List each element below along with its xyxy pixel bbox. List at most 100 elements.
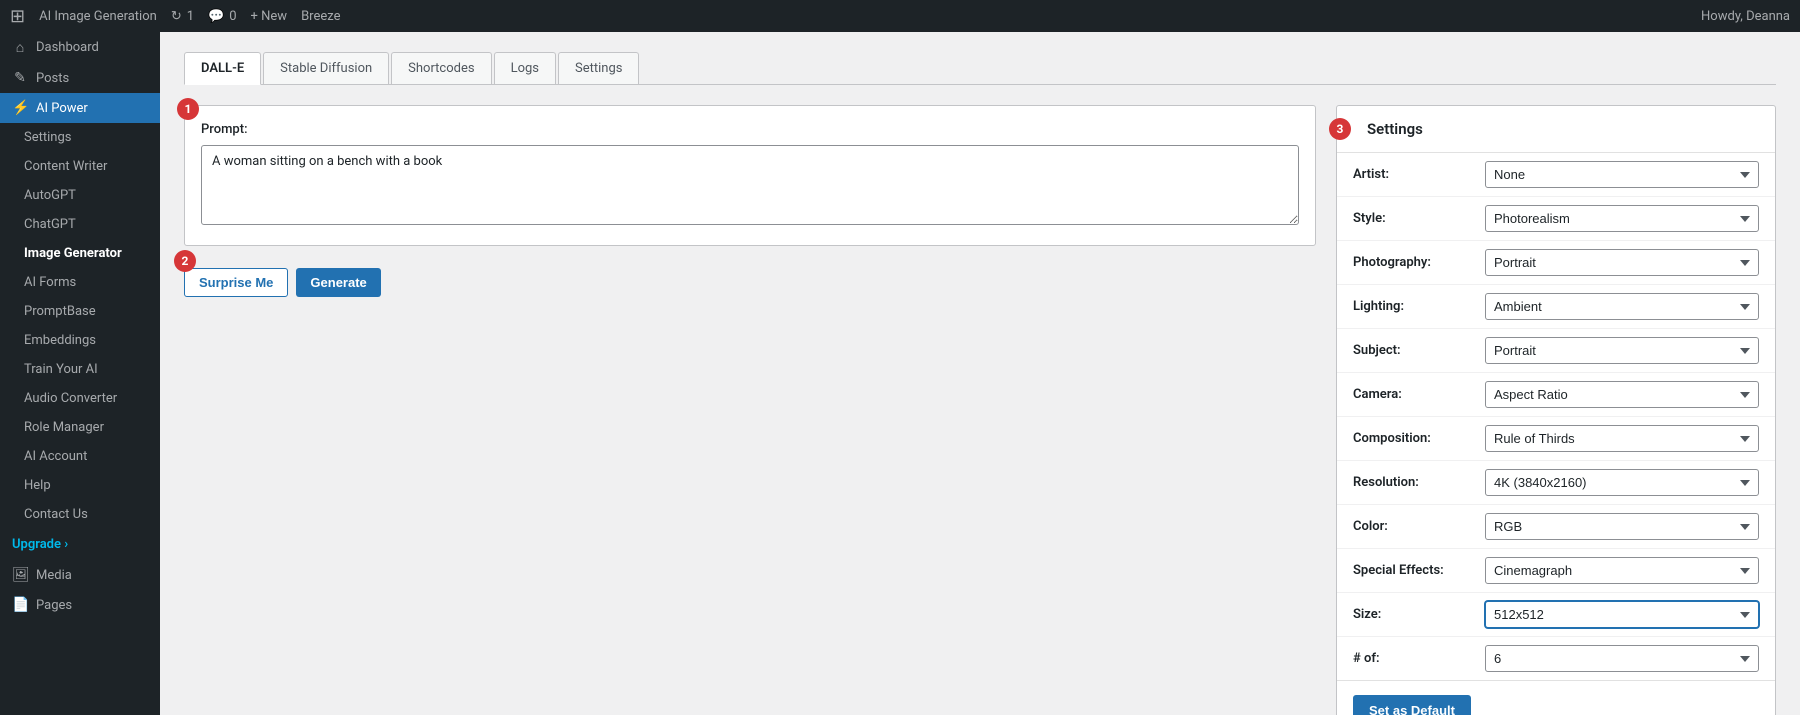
comments-icon: 💬 <box>208 9 224 24</box>
artist-label: Artist: <box>1353 167 1473 182</box>
tab-dalle[interactable]: DALL-E <box>184 52 261 85</box>
site-name[interactable]: AI Image Generation <box>39 9 157 24</box>
sidebar-item-pages[interactable]: 📄 Pages <box>0 590 160 620</box>
settings-row-style: Style: Photorealism <box>1337 197 1775 241</box>
surprise-me-button[interactable]: Surprise Me <box>184 268 288 297</box>
sidebar-item-contact-us[interactable]: Contact Us <box>0 500 160 529</box>
lighting-select[interactable]: Ambient <box>1485 293 1759 320</box>
sidebar-item-audio-converter[interactable]: Audio Converter <box>0 384 160 413</box>
photography-label: Photography: <box>1353 255 1473 270</box>
sidebar-item-image-generator[interactable]: Image Generator <box>0 239 160 268</box>
settings-footer: Set as Default <box>1337 680 1775 715</box>
sidebar-label-ai-account: AI Account <box>24 449 87 464</box>
size-select[interactable]: 512x512 <box>1485 601 1759 628</box>
sidebar-item-autogpt[interactable]: AutoGPT <box>0 181 160 210</box>
resolution-select[interactable]: 4K (3840x2160) <box>1485 469 1759 496</box>
settings-title: Settings <box>1367 120 1423 138</box>
sidebar-item-chatgpt[interactable]: ChatGPT <box>0 210 160 239</box>
settings-row-color: Color: RGB <box>1337 505 1775 549</box>
set-as-default-button[interactable]: Set as Default <box>1353 695 1471 715</box>
camera-select[interactable]: Aspect Ratio <box>1485 381 1759 408</box>
composition-label: Composition: <box>1353 431 1473 446</box>
sidebar-item-settings[interactable]: Settings <box>0 123 160 152</box>
sidebar-item-posts[interactable]: ✎ Posts <box>0 63 160 93</box>
action-buttons-container: 2 Surprise Me Generate <box>184 258 381 297</box>
updates-icon: ↻ <box>171 9 182 24</box>
main-layout: ⌂ Dashboard ✎ Posts ⚡ AI Power Settings … <box>0 32 1800 715</box>
sidebar-item-dashboard[interactable]: ⌂ Dashboard <box>0 32 160 63</box>
tab-settings[interactable]: Settings <box>558 52 639 84</box>
settings-header: 3 Settings <box>1337 106 1775 153</box>
wordpress-logo-icon[interactable]: ⊞ <box>10 6 25 27</box>
dashboard-icon: ⌂ <box>12 39 28 56</box>
composition-select[interactable]: Rule of Thirds <box>1485 425 1759 452</box>
media-icon: 🖼 <box>12 567 28 583</box>
prompt-textarea[interactable]: A woman sitting on a bench with a book <box>201 145 1299 225</box>
sidebar-label-help: Help <box>24 478 51 493</box>
updates-count: 1 <box>187 9 194 24</box>
sidebar-label-promptbase: PromptBase <box>24 304 96 319</box>
sidebar-label-image-generator: Image Generator <box>24 246 122 261</box>
sidebar-item-role-manager[interactable]: Role Manager <box>0 413 160 442</box>
camera-label: Camera: <box>1353 387 1473 402</box>
step1-badge: 1 <box>177 98 199 120</box>
ai-power-icon: ⚡ <box>12 100 28 116</box>
comments-count: 0 <box>229 9 236 24</box>
tab-stable-diffusion[interactable]: Stable Diffusion <box>263 52 389 84</box>
sidebar-label-dashboard: Dashboard <box>36 40 99 55</box>
photography-select[interactable]: Portrait <box>1485 249 1759 276</box>
comments-item[interactable]: 💬 0 <box>208 9 237 24</box>
sidebar-item-train-your-ai[interactable]: Train Your AI <box>0 355 160 384</box>
sidebar-label-contact-us: Contact Us <box>24 507 88 522</box>
num-of-label: # of: <box>1353 651 1473 666</box>
updates-item[interactable]: ↻ 1 <box>171 9 194 24</box>
prompt-section: 1 Prompt: A woman sitting on a bench wit… <box>184 105 1316 246</box>
posts-icon: ✎ <box>12 70 28 86</box>
style-select[interactable]: Photorealism <box>1485 205 1759 232</box>
settings-row-composition: Composition: Rule of Thirds <box>1337 417 1775 461</box>
action-buttons: Surprise Me Generate <box>184 268 381 297</box>
sidebar-item-promptbase[interactable]: PromptBase <box>0 297 160 326</box>
subject-select[interactable]: Portrait <box>1485 337 1759 364</box>
sidebar-label-posts: Posts <box>36 71 69 86</box>
howdy-text[interactable]: Howdy, Deanna <box>1701 9 1790 24</box>
sidebar-item-ai-forms[interactable]: AI Forms <box>0 268 160 297</box>
sidebar-item-embeddings[interactable]: Embeddings <box>0 326 160 355</box>
left-column: 1 Prompt: A woman sitting on a bench wit… <box>184 105 1316 297</box>
sidebar-label-autogpt: AutoGPT <box>24 188 76 203</box>
admin-bar-right: Howdy, Deanna <box>1701 9 1790 24</box>
num-of-select[interactable]: 6 <box>1485 645 1759 672</box>
sidebar-label-ai-power: AI Power <box>36 101 88 116</box>
settings-row-subject: Subject: Portrait <box>1337 329 1775 373</box>
tab-shortcodes[interactable]: Shortcodes <box>391 52 491 84</box>
settings-row-photography: Photography: Portrait <box>1337 241 1775 285</box>
sidebar-upgrade-link[interactable]: Upgrade › <box>0 529 160 560</box>
sidebar-label-embeddings: Embeddings <box>24 333 96 348</box>
sidebar-item-ai-power[interactable]: ⚡ AI Power <box>0 93 160 123</box>
admin-bar: ⊞ AI Image Generation ↻ 1 💬 0 + New Bree… <box>0 0 1800 32</box>
sidebar-label-media: Media <box>36 568 72 583</box>
sidebar-item-media[interactable]: 🖼 Media <box>0 560 160 590</box>
sidebar-item-content-writer[interactable]: Content Writer <box>0 152 160 181</box>
settings-row-camera: Camera: Aspect Ratio <box>1337 373 1775 417</box>
color-select[interactable]: RGB <box>1485 513 1759 540</box>
color-label: Color: <box>1353 519 1473 534</box>
subject-label: Subject: <box>1353 343 1473 358</box>
style-label: Style: <box>1353 211 1473 226</box>
sidebar-item-ai-account[interactable]: AI Account <box>0 442 160 471</box>
new-item[interactable]: + New <box>251 9 288 24</box>
sidebar-item-help[interactable]: Help <box>0 471 160 500</box>
breeze-item[interactable]: Breeze <box>301 9 340 24</box>
settings-row-special-effects: Special Effects: Cinemagraph <box>1337 549 1775 593</box>
artist-select[interactable]: None <box>1485 161 1759 188</box>
special-effects-label: Special Effects: <box>1353 563 1473 578</box>
special-effects-select[interactable]: Cinemagraph <box>1485 557 1759 584</box>
sidebar-label-role-manager: Role Manager <box>24 420 104 435</box>
generate-button[interactable]: Generate <box>296 268 380 297</box>
pages-icon: 📄 <box>12 597 28 613</box>
settings-row-lighting: Lighting: Ambient <box>1337 285 1775 329</box>
resolution-label: Resolution: <box>1353 475 1473 490</box>
tab-logs[interactable]: Logs <box>494 52 556 84</box>
settings-row-num-of: # of: 6 <box>1337 637 1775 680</box>
settings-panel: 3 Settings Artist: None Style: Photoreal… <box>1336 105 1776 715</box>
